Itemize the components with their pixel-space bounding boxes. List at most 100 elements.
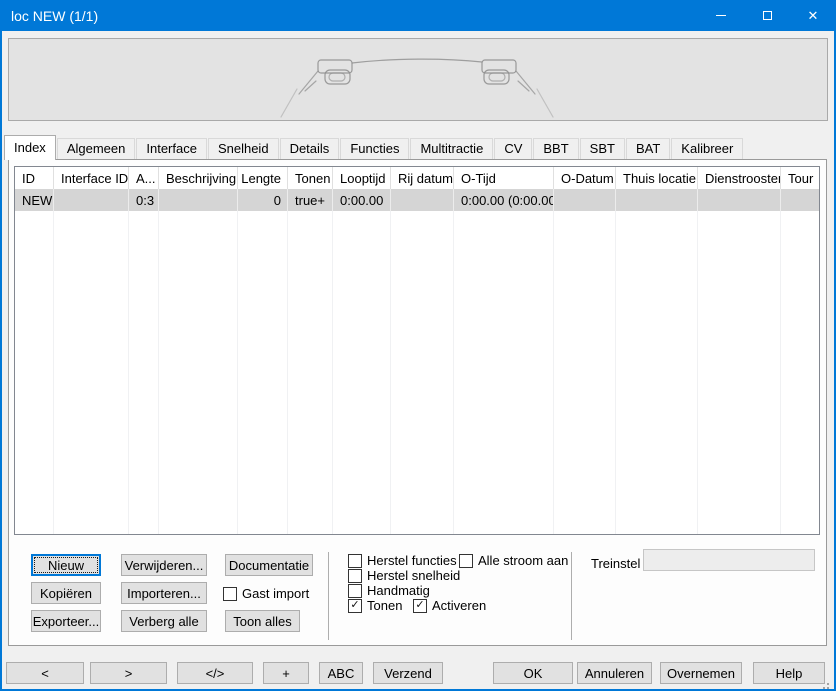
toon-alles-button[interactable]: Toon alles — [225, 610, 300, 632]
checkbox-box: ✓ — [348, 599, 362, 613]
cell-o-tijd: 0:00.00 (0:00.00) — [454, 189, 554, 211]
caption-buttons: ✕ — [698, 0, 836, 31]
table-row[interactable]: NEW0:30true+0:00.000:00.00 (0:00.00) — [15, 189, 819, 211]
abc-button[interactable]: ABC — [319, 662, 363, 684]
exporteer-button[interactable]: Exporteer... — [31, 610, 101, 632]
column-header-o-datum[interactable]: O-Datum — [554, 167, 616, 189]
next-button[interactable]: > — [90, 662, 167, 684]
tonen-checkbox[interactable]: ✓ Tonen — [348, 598, 402, 613]
herstel-snelheid-checkbox[interactable]: Herstel snelheid — [348, 568, 460, 583]
gast-import-checkbox[interactable]: Gast import — [223, 586, 309, 601]
column-guide-adres — [129, 189, 159, 534]
checkbox-box — [348, 569, 362, 583]
cell-interface-id — [54, 189, 129, 211]
table-body[interactable]: NEW0:30true+0:00.000:00.00 (0:00.00) — [15, 189, 819, 534]
tab-details[interactable]: Details — [280, 138, 340, 159]
nieuw-button[interactable]: Nieuw — [31, 554, 101, 576]
tab-snelheid[interactable]: Snelheid — [208, 138, 279, 159]
tab-cv[interactable]: CV — [494, 138, 532, 159]
verwijderen-button[interactable]: Verwijderen... — [121, 554, 207, 576]
column-header-looptijd[interactable]: Looptijd — [333, 167, 391, 189]
alle-stroom-aan-checkbox[interactable]: Alle stroom aan — [459, 553, 568, 568]
checkbox-box — [223, 587, 237, 601]
herstel-functies-label: Herstel functies — [367, 553, 457, 568]
tab-multitractie[interactable]: Multitractie — [410, 138, 493, 159]
handmatig-checkbox[interactable]: Handmatig — [348, 583, 430, 598]
close-button[interactable]: ✕ — [790, 0, 836, 31]
column-header-dienstrooster[interactable]: Dienstrooster — [698, 167, 781, 189]
column-guide-tonen — [288, 189, 333, 534]
cell-adres: 0:3 — [129, 189, 159, 211]
checkbox-box — [348, 584, 362, 598]
cell-thuis-locatie — [616, 189, 698, 211]
checkbox-box: ✓ — [413, 599, 427, 613]
tab-algemeen[interactable]: Algemeen — [57, 138, 136, 159]
overnemen-button[interactable]: Overnemen — [660, 662, 742, 684]
cell-dienstrooster — [698, 189, 781, 211]
tab-interface[interactable]: Interface — [136, 138, 207, 159]
verberg-alle-button[interactable]: Verberg alle — [121, 610, 207, 632]
cell-tour — [781, 189, 820, 211]
minimize-icon — [716, 15, 726, 16]
column-guide-o-tijd — [454, 189, 554, 534]
prev-button[interactable]: < — [6, 662, 84, 684]
resize-grip[interactable] — [827, 683, 829, 685]
column-guide-dienstrooster — [698, 189, 781, 534]
minimize-button[interactable] — [698, 0, 744, 31]
tab-functies[interactable]: Functies — [340, 138, 409, 159]
column-guide-interface-id — [54, 189, 129, 534]
column-header-adres[interactable]: A... — [129, 167, 159, 189]
herstel-snelheid-label: Herstel snelheid — [367, 568, 460, 583]
activeren-label: Activeren — [432, 598, 486, 613]
tab-bat[interactable]: BAT — [626, 138, 670, 159]
column-header-o-tijd[interactable]: O-Tijd — [454, 167, 554, 189]
tab-sbt[interactable]: SBT — [580, 138, 625, 159]
column-header-tonen[interactable]: Tonen — [288, 167, 333, 189]
table-header-row: IDInterface IDA...BeschrijvingLengteTone… — [15, 167, 819, 189]
locomotive-image-panel — [8, 38, 828, 121]
herstel-functies-checkbox[interactable]: Herstel functies — [348, 553, 457, 568]
maximize-button[interactable] — [744, 0, 790, 31]
column-header-id[interactable]: ID — [15, 167, 54, 189]
documentatie-button[interactable]: Documentatie — [225, 554, 313, 576]
column-header-lengte[interactable]: Lengte — [238, 167, 288, 189]
help-button[interactable]: Help — [753, 662, 825, 684]
column-guide-o-datum — [554, 189, 616, 534]
title-bar[interactable]: loc NEW (1/1) ✕ — [0, 0, 836, 31]
tab-kalibreer[interactable]: Kalibreer — [671, 138, 743, 159]
tab-index[interactable]: Index — [4, 135, 56, 160]
cell-beschrijving — [159, 189, 238, 211]
cell-o-datum — [554, 189, 616, 211]
tab-bbt[interactable]: BBT — [533, 138, 578, 159]
column-guide-tour — [781, 189, 820, 534]
maximize-icon — [763, 11, 772, 20]
window-title: loc NEW (1/1) — [11, 8, 98, 24]
column-header-tour[interactable]: Tour — [781, 167, 820, 189]
treinstel-input[interactable] — [643, 549, 815, 571]
column-guide-beschrijving — [159, 189, 238, 534]
column-header-rij-datum[interactable]: Rij datum — [391, 167, 454, 189]
column-header-interface-id[interactable]: Interface ID — [54, 167, 129, 189]
importeren-button[interactable]: Importeren... — [121, 582, 207, 604]
column-guide-lengte — [238, 189, 288, 534]
kopieren-button[interactable]: Kopiëren — [31, 582, 101, 604]
close-icon: ✕ — [808, 9, 819, 22]
cell-looptijd: 0:00.00 — [333, 189, 391, 211]
plus-button[interactable]: + — [263, 662, 309, 684]
column-header-thuis-locatie[interactable]: Thuis locatie — [616, 167, 698, 189]
loc-dialog-window: loc NEW (1/1) ✕ IndexAlgemeen — [0, 0, 836, 691]
cell-tonen: true+ — [288, 189, 333, 211]
table-column-guides — [15, 189, 819, 534]
locomotive-sketch — [9, 39, 827, 120]
annuleren-button[interactable]: Annuleren — [577, 662, 652, 684]
ok-button[interactable]: OK — [493, 662, 573, 684]
checkbox-box — [459, 554, 473, 568]
tonen-label: Tonen — [367, 598, 402, 613]
tab-bar: IndexAlgemeenInterfaceSnelheidDetailsFun… — [4, 135, 744, 159]
verzend-button[interactable]: Verzend — [373, 662, 443, 684]
separator-vertical-2 — [571, 552, 572, 640]
column-header-beschrijving[interactable]: Beschrijving — [159, 167, 238, 189]
code-button[interactable]: </> — [177, 662, 253, 684]
activeren-checkbox[interactable]: ✓ Activeren — [413, 598, 486, 613]
column-guide-looptijd — [333, 189, 391, 534]
